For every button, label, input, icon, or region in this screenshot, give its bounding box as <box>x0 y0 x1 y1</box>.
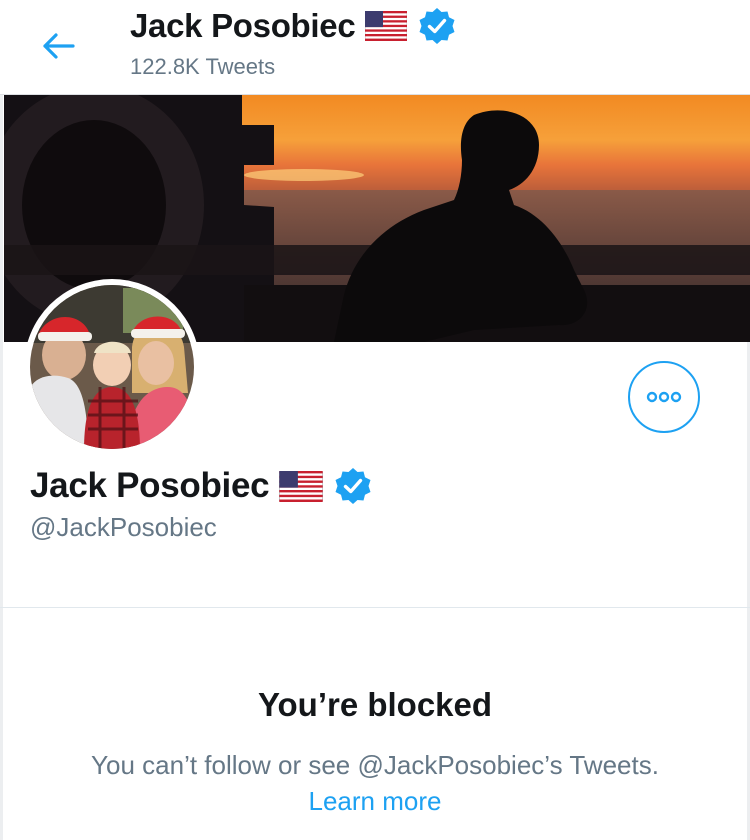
profile-header-bar: Jack Posobiec 122.8K Tweets <box>0 0 750 95</box>
arrow-left-icon <box>43 33 75 59</box>
header-tweet-count: 122.8K Tweets <box>130 54 276 79</box>
verified-badge-icon <box>419 8 455 44</box>
avatar-image <box>30 285 194 449</box>
more-options-button[interactable] <box>628 361 700 433</box>
header-title-row: Jack Posobiec <box>130 6 457 46</box>
verified-badge-icon <box>335 468 371 504</box>
section-divider <box>0 607 750 608</box>
profile-name: Jack Posobiec <box>30 466 270 505</box>
left-frame-border <box>0 95 3 840</box>
us-flag-icon <box>279 470 324 502</box>
profile-handle: @JackPosobiec <box>30 512 217 542</box>
profile-name-row: Jack Posobiec <box>30 464 373 508</box>
learn-more-link[interactable]: Learn more <box>0 786 750 817</box>
blocked-title: You’re blocked <box>257 686 493 723</box>
header-name: Jack Posobiec <box>130 7 356 44</box>
blocked-message: You can’t follow or see @JackPosobiec’s … <box>91 750 659 780</box>
us-flag-icon <box>365 11 408 41</box>
back-button[interactable] <box>36 26 80 66</box>
profile-avatar[interactable] <box>28 283 196 451</box>
more-options-icon <box>646 391 682 403</box>
